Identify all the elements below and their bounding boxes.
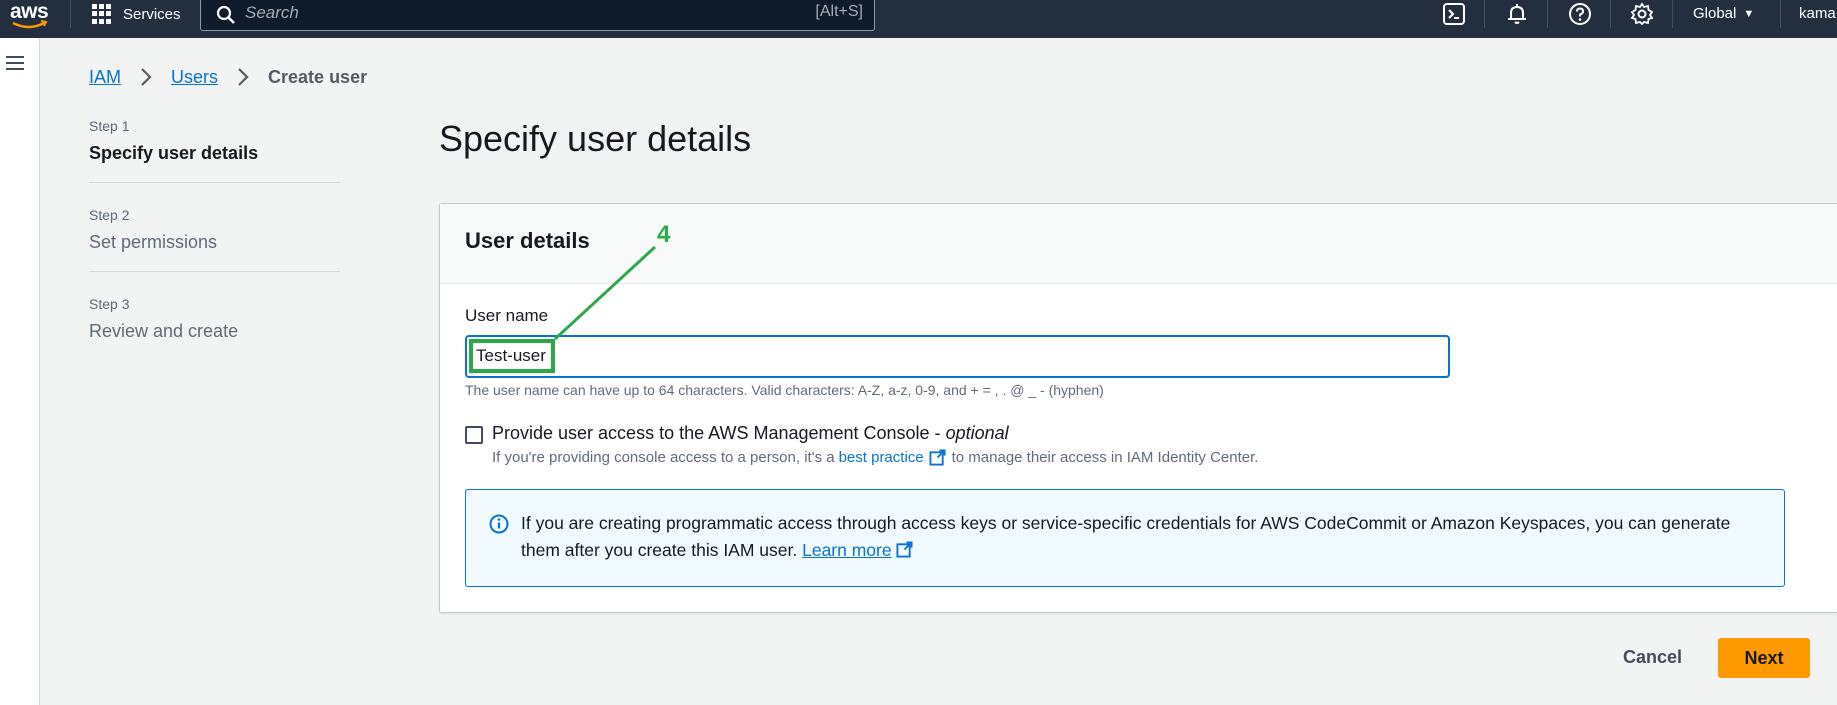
step-title: Specify user details: [89, 143, 259, 163]
external-link-icon[interactable]: [929, 449, 946, 466]
region-selector[interactable]: Global ▼: [1693, 5, 1754, 22]
console-desc-text: If you're providing console access to a …: [492, 449, 835, 466]
breadcrumb-link-iam[interactable]: IAM: [89, 67, 121, 88]
cancel-button[interactable]: Cancel: [1605, 638, 1700, 676]
learn-more-link[interactable]: Learn more: [802, 540, 892, 560]
info-icon: [489, 514, 509, 534]
wizard-step-1[interactable]: Step 1 Specify user details: [89, 118, 340, 183]
info-alert-text: If you are creating programmatic access …: [521, 510, 1771, 564]
step-title: Review and create: [89, 321, 239, 341]
user-name-value: Test-user: [476, 346, 546, 365]
side-navigation-rail: [0, 38, 40, 705]
aws-smile-icon: [12, 20, 48, 29]
user-name-hint: The user name can have up to 64 characte…: [465, 382, 1104, 398]
services-menu-button[interactable]: Services: [92, 0, 181, 28]
cloudshell-icon[interactable]: [1442, 2, 1466, 26]
info-alert: If you are creating programmatic access …: [465, 489, 1785, 587]
nav-divider: [1780, 0, 1781, 28]
console-access-label-text: Provide user access to the AWS Managemen…: [492, 423, 946, 443]
console-access-label[interactable]: Provide user access to the AWS Managemen…: [492, 423, 1009, 444]
best-practice-link[interactable]: best practice: [839, 449, 924, 466]
external-link-icon[interactable]: [896, 541, 913, 558]
step-number: Step 1: [89, 118, 130, 134]
grid-icon: [92, 4, 112, 24]
user-name-label: User name: [465, 306, 549, 325]
nav-divider: [1672, 0, 1673, 28]
wizard-step-2: Step 2 Set permissions: [89, 207, 340, 272]
chevron-right-icon: [141, 68, 152, 86]
panel-title: User details: [465, 228, 590, 253]
user-name-input[interactable]: Test-user: [465, 335, 1450, 378]
chevron-right-icon: [238, 68, 249, 86]
search-shortcut: [Alt+S]: [815, 3, 863, 20]
caret-down-icon: ▼: [1743, 7, 1755, 20]
console-access-checkbox[interactable]: [465, 426, 483, 444]
services-label: Services: [123, 5, 181, 23]
breadcrumb-link-users[interactable]: Users: [171, 67, 218, 88]
nav-divider: [70, 0, 71, 28]
step-number: Step 3: [89, 296, 130, 312]
help-icon[interactable]: [1568, 2, 1592, 26]
step-number: Step 2: [89, 207, 130, 223]
bell-icon[interactable]: [1505, 2, 1529, 26]
console-access-description: If you're providing console access to a …: [492, 449, 1258, 466]
nav-divider: [1547, 0, 1548, 28]
breadcrumb: IAM Users Create user: [89, 66, 367, 88]
region-label: Global: [1693, 5, 1737, 22]
step-title: Set permissions: [89, 232, 218, 252]
panel-header: User details: [440, 204, 1837, 284]
account-menu[interactable]: kama: [1799, 5, 1836, 22]
nav-divider: [1484, 0, 1485, 28]
breadcrumb-current: Create user: [268, 66, 368, 87]
user-details-panel: User details User name Test-user The use…: [439, 203, 1837, 613]
console-desc-text-after: to manage their access in IAM Identity C…: [951, 449, 1259, 466]
wizard-step-3: Step 3 Review and create: [89, 296, 340, 360]
aws-logo[interactable]: aws: [10, 0, 54, 32]
nav-divider: [1610, 0, 1611, 28]
search-placeholder: Search: [245, 3, 299, 22]
wizard-steps: Step 1 Specify user details Step 2 Set p…: [89, 118, 340, 384]
gear-icon[interactable]: [1630, 2, 1654, 26]
search-input[interactable]: Search [Alt+S]: [200, 0, 875, 31]
page-title: Specify user details: [439, 118, 752, 159]
info-message: If you are creating programmatic access …: [521, 513, 1731, 560]
top-navigation: aws Services Search [Alt+S] Global ▼ kam…: [0, 0, 1837, 38]
hamburger-menu-icon[interactable]: [6, 56, 24, 72]
next-button[interactable]: Next: [1718, 638, 1810, 678]
optional-label: optional: [945, 423, 1009, 443]
search-icon: [216, 5, 235, 24]
